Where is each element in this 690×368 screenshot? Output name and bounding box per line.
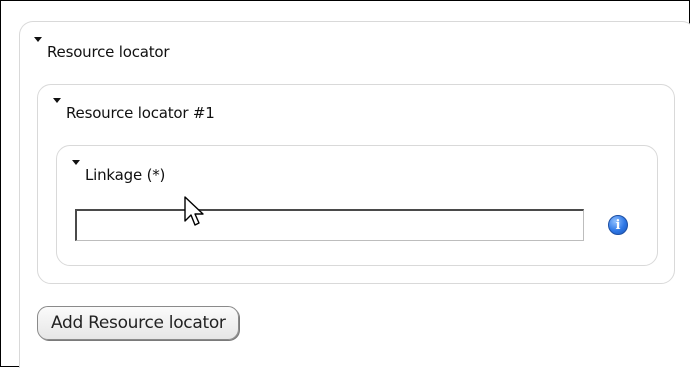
- collapse-triangle-icon[interactable]: [72, 160, 80, 165]
- collapse-triangle-icon[interactable]: [34, 37, 42, 42]
- collapse-triangle-icon[interactable]: [53, 98, 61, 103]
- resource-locator-title: Resource locator: [47, 43, 170, 61]
- resource-locator-header[interactable]: Resource locator: [34, 37, 170, 61]
- add-resource-locator-button[interactable]: Add Resource locator: [37, 306, 239, 340]
- linkage-header[interactable]: Linkage (*): [72, 160, 165, 184]
- resource-locator-1-title: Resource locator #1: [66, 104, 215, 122]
- linkage-label: Linkage (*): [85, 166, 166, 184]
- linkage-input[interactable]: [75, 209, 584, 241]
- info-icon[interactable]: i: [608, 215, 628, 235]
- info-icon-glyph: i: [615, 217, 621, 233]
- resource-locator-1-header[interactable]: Resource locator #1: [53, 98, 215, 122]
